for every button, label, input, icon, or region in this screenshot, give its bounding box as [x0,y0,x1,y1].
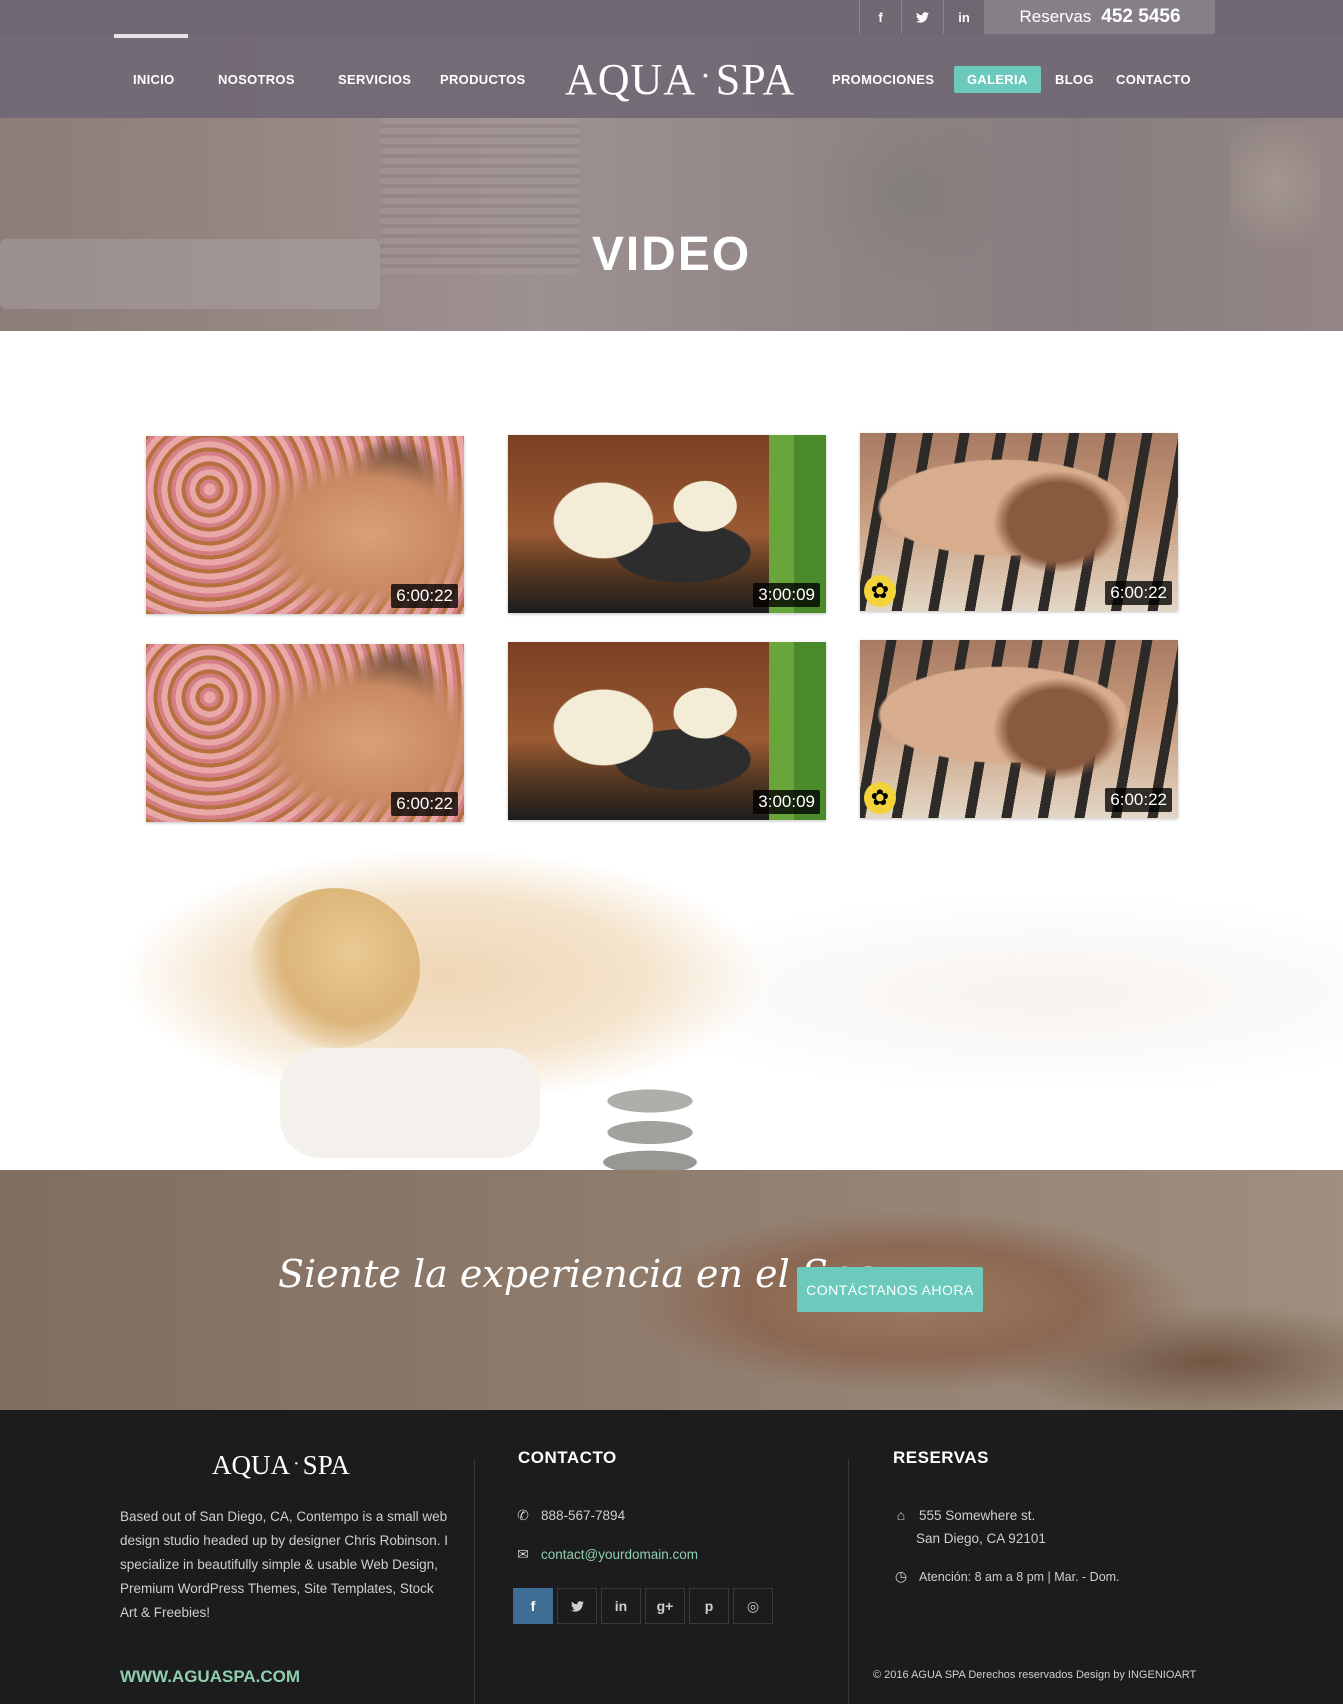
logo-aqua: AQUA [565,55,697,104]
top-bar: f in Reservas 452 5456 [0,0,1343,34]
twitter-icon[interactable] [557,1588,597,1624]
facebook-icon[interactable]: f [859,0,901,34]
footer-email[interactable]: contact@yourdomain.com [541,1547,698,1562]
footer-address-line2: San Diego, CA 92101 [916,1531,1046,1546]
video-thumb-4[interactable]: 6:00:22 [146,644,464,822]
clock-icon: ◷ [894,1568,908,1584]
site-logo[interactable]: AQUA ·SPA [565,50,795,105]
video-thumb-5[interactable]: 3:00:09 [508,642,826,820]
footer-phone-row: ✆ 888-567-7894 [515,1507,625,1524]
nav-item-nosotros[interactable]: NOSOTROS [218,72,295,87]
twitter-icon[interactable] [901,0,943,34]
spa-woman-banner [0,818,1343,1170]
reservas-label: Reservas [1019,7,1092,26]
flower-icon: ✿ [864,782,896,814]
logo-spa: SPA [715,55,796,104]
pinterest-icon[interactable]: p [689,1588,729,1624]
footer-social-links: f in g+ p ◎ [513,1588,773,1624]
cta-tagline: Siente la experiencia en el Spa [278,1252,875,1296]
video-thumb-6[interactable]: ✿ 6:00:22 [860,640,1178,818]
video-duration: 6:00:22 [1105,788,1172,812]
footer-logo-dot: · [293,1453,300,1475]
video-thumb-3[interactable]: ✿ 6:00:22 [860,433,1178,611]
google-plus-icon[interactable]: g+ [645,1588,685,1624]
logo-dot: · [700,57,712,93]
footer-contacto-heading: CONTACTO [518,1448,617,1467]
contact-now-button[interactable]: CONTÁCTANOS AHORA [797,1267,983,1312]
reservas-phone: 452 5456 [1101,6,1181,27]
linkedin-icon[interactable]: in [943,0,985,34]
facebook-icon[interactable]: f [513,1588,553,1624]
footer-website-link[interactable]: WWW.AGUASPA.COM [120,1667,300,1687]
cta-banner: Siente la experiencia en el Spa CONTÁCTA… [0,1170,1343,1410]
site-footer: AQUA · SPA Based out of San Diego, CA, Con… [0,1410,1343,1704]
nav-item-inicio[interactable]: INICIO [133,72,175,87]
video-duration: 3:00:09 [753,790,820,814]
page-title: VIDEO [591,228,752,281]
instagram-icon[interactable]: ◎ [733,1588,773,1624]
footer-reservas-heading: RESERVAS [893,1448,989,1467]
main-header: INICIO NOSOTROS SERVICIOS PRODUCTOS AQUA… [0,34,1343,118]
banner-stone-stack [590,1083,710,1170]
footer-about-text: Based out of San Diego, CA, Contempo is … [120,1509,448,1620]
footer-address-row: ⌂ 555 Somewhere st. [893,1507,1036,1523]
nav-item-promociones[interactable]: PROMOCIONES [832,72,934,87]
footer-hours: Atención: 8 am a 8 pm | Mar. - Dom. [919,1569,1120,1584]
nav-item-productos[interactable]: PRODUCTOS [440,72,526,87]
footer-logo-spa: SPA [302,1450,350,1480]
linkedin-icon[interactable]: in [601,1588,641,1624]
video-thumb-2[interactable]: 3:00:09 [508,435,826,613]
footer-email-row: ✉ contact@yourdomain.com [515,1546,698,1563]
envelope-icon: ✉ [517,1546,529,1562]
nav-item-contacto[interactable]: CONTACTO [1116,72,1191,87]
footer-divider [848,1460,849,1704]
video-duration: 6:00:22 [391,792,458,816]
banner-towel [280,1048,540,1158]
home-icon: ⌂ [896,1507,906,1523]
footer-logo[interactable]: AQUA · SPA [212,1450,350,1481]
phone-icon: ✆ [517,1507,529,1523]
footer-logo-aqua: AQUA [212,1450,290,1480]
footer-address-line1: 555 Somewhere st. [919,1507,1036,1523]
video-duration: 3:00:09 [753,583,820,607]
flower-icon: ✿ [864,575,896,607]
video-thumb-1[interactable]: 6:00:22 [146,436,464,614]
nav-item-blog[interactable]: BLOG [1055,72,1094,87]
nav-item-galeria[interactable]: GALERIA [954,66,1041,93]
reservas-phone-box[interactable]: Reservas 452 5456 [985,0,1215,34]
footer-copyright: © 2016 AGUA SPA Derechos reservados Desi… [873,1669,1197,1681]
banner-woman-hair [250,888,420,1048]
header-accent-line [114,34,188,38]
video-duration: 6:00:22 [391,584,458,608]
top-social-links: f in [859,0,985,34]
footer-hours-row: ◷ Atención: 8 am a 8 pm | Mar. - Dom. [893,1568,1120,1585]
video-duration: 6:00:22 [1105,581,1172,605]
nav-item-servicios[interactable]: SERVICIOS [338,72,411,87]
footer-divider [474,1460,475,1704]
footer-phone: 888-567-7894 [541,1508,626,1523]
